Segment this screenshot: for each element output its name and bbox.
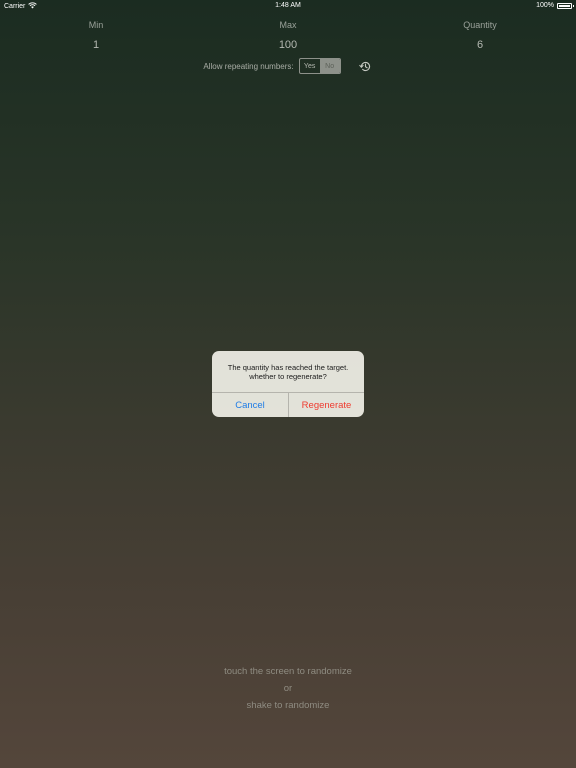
regenerate-alert: The quantity has reached the target. whe…: [212, 351, 364, 417]
max-value[interactable]: 100: [228, 39, 348, 51]
quantity-value[interactable]: 6: [420, 39, 540, 51]
status-right: 100%: [536, 2, 574, 9]
history-icon[interactable]: [359, 59, 373, 73]
repeat-label: Allow repeating numbers:: [203, 61, 294, 71]
alert-message-line-1: The quantity has reached the target.: [227, 363, 349, 372]
quantity-column[interactable]: Quantity 6: [420, 0, 540, 56]
repeat-segmented-control[interactable]: Yes No: [298, 58, 341, 74]
min-value[interactable]: 1: [36, 39, 156, 51]
repeat-row: Allow repeating numbers: Yes No: [0, 58, 576, 74]
quantity-label: Quantity: [463, 20, 497, 30]
max-label: Max: [279, 20, 297, 30]
repeat-no-option[interactable]: No: [319, 59, 340, 73]
repeat-yes-option[interactable]: Yes: [300, 59, 320, 73]
cancel-button[interactable]: Cancel: [212, 393, 288, 417]
regenerate-button[interactable]: Regenerate: [289, 393, 364, 417]
hint-touch: touch the screen to randomize: [224, 666, 352, 677]
min-column[interactable]: Min 1: [36, 0, 156, 56]
alert-message-line-2: whether to regenerate?: [249, 372, 327, 381]
min-label: Min: [88, 20, 104, 30]
alert-message: The quantity has reached the target. whe…: [218, 363, 358, 381]
hint-or: or: [283, 683, 293, 694]
hint-shake: shake to randomize: [246, 700, 330, 711]
battery-icon: [557, 2, 574, 9]
max-column[interactable]: Max 100: [228, 0, 348, 56]
